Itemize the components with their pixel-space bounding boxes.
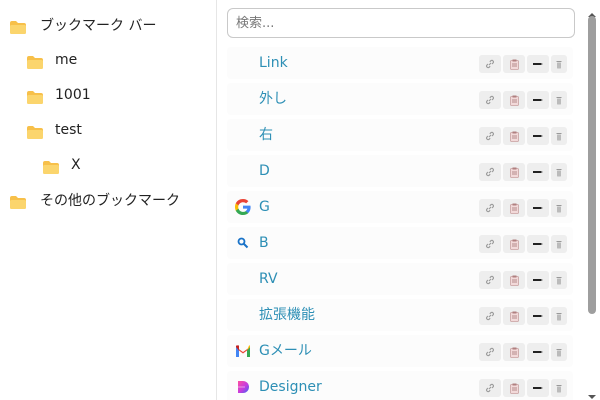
bookmark-row: 外し	[227, 83, 573, 115]
clipboard-icon[interactable]	[503, 199, 525, 217]
bookmark-row: RV	[227, 263, 573, 295]
row-actions	[479, 271, 567, 289]
bookmark-row: 拡張機能	[227, 299, 573, 331]
folder-label: test	[55, 122, 82, 138]
folder-me[interactable]: me	[27, 47, 77, 73]
row-actions	[479, 199, 567, 217]
edit-icon[interactable]	[527, 343, 549, 361]
bookmark-title[interactable]: 右	[259, 119, 273, 151]
delete-icon[interactable]	[551, 127, 567, 145]
link-icon[interactable]	[479, 55, 501, 73]
folder-icon	[10, 194, 26, 209]
folder-label: ブックマーク バー	[40, 18, 157, 34]
folder-icon	[27, 54, 43, 69]
link-icon[interactable]	[479, 91, 501, 109]
google-icon	[235, 199, 251, 215]
folder-other-bookmarks[interactable]: その他のブックマーク	[10, 187, 180, 213]
folder-icon	[10, 19, 26, 34]
row-actions	[479, 163, 567, 181]
bookmark-row: G	[227, 191, 573, 223]
folder-label: 1001	[55, 87, 91, 103]
delete-icon[interactable]	[551, 271, 567, 289]
row-actions	[479, 307, 567, 325]
clipboard-icon[interactable]	[503, 343, 525, 361]
bookmark-title[interactable]: 拡張機能	[259, 299, 315, 331]
search-icon	[235, 235, 251, 251]
link-icon[interactable]	[479, 271, 501, 289]
bookmark-title[interactable]: Designer	[259, 371, 322, 400]
delete-icon[interactable]	[551, 91, 567, 109]
edit-icon[interactable]	[527, 55, 549, 73]
folder-icon	[27, 124, 43, 139]
row-actions	[479, 55, 567, 73]
bookmark-title[interactable]: Link	[259, 47, 288, 79]
clipboard-icon[interactable]	[503, 91, 525, 109]
link-icon[interactable]	[479, 307, 501, 325]
row-actions	[479, 343, 567, 361]
bookmark-row: D	[227, 155, 573, 187]
row-actions	[479, 127, 567, 145]
folder-x[interactable]: X	[43, 152, 81, 178]
edit-icon[interactable]	[527, 127, 549, 145]
gmail-icon	[235, 343, 251, 359]
clipboard-icon[interactable]	[503, 307, 525, 325]
bookmark-row: Gメール	[227, 335, 573, 367]
folder-icon	[27, 89, 43, 104]
bookmark-title[interactable]: D	[259, 155, 270, 187]
scrollbar-thumb[interactable]	[588, 16, 596, 314]
folder-test[interactable]: test	[27, 117, 82, 143]
delete-icon[interactable]	[551, 199, 567, 217]
bookmark-row: 右	[227, 119, 573, 151]
delete-icon[interactable]	[551, 307, 567, 325]
folder-label: その他のブックマーク	[40, 193, 180, 209]
clipboard-icon[interactable]	[503, 163, 525, 181]
scroll-up-arrow-icon[interactable]	[587, 4, 597, 17]
search-input[interactable]	[227, 8, 575, 38]
clipboard-icon[interactable]	[503, 127, 525, 145]
bookmark-row: B	[227, 227, 573, 259]
link-icon[interactable]	[479, 235, 501, 253]
folder-bookmarks-bar[interactable]: ブックマーク バー	[10, 12, 156, 38]
folder-label: me	[55, 52, 78, 68]
bookmark-title[interactable]: G	[259, 191, 270, 223]
folder-sidebar: ブックマーク バー me 1001 test X その他のブックマーク	[0, 0, 217, 400]
bookmark-row: Link	[227, 47, 573, 79]
link-icon[interactable]	[479, 163, 501, 181]
clipboard-icon[interactable]	[503, 235, 525, 253]
link-icon[interactable]	[479, 379, 501, 397]
edit-icon[interactable]	[527, 91, 549, 109]
bookmark-title[interactable]: Gメール	[259, 335, 312, 367]
row-actions	[479, 91, 567, 109]
bookmark-title[interactable]: B	[259, 227, 269, 259]
delete-icon[interactable]	[551, 235, 567, 253]
row-actions	[479, 235, 567, 253]
link-icon[interactable]	[479, 127, 501, 145]
bookmark-title[interactable]: RV	[259, 263, 278, 295]
delete-icon[interactable]	[551, 55, 567, 73]
edit-icon[interactable]	[527, 307, 549, 325]
edit-icon[interactable]	[527, 163, 549, 181]
designer-icon	[235, 379, 251, 395]
folder-1001[interactable]: 1001	[27, 82, 91, 108]
link-icon[interactable]	[479, 199, 501, 217]
clipboard-icon[interactable]	[503, 271, 525, 289]
delete-icon[interactable]	[551, 379, 567, 397]
bookmark-title[interactable]: 外し	[259, 83, 287, 115]
delete-icon[interactable]	[551, 163, 567, 181]
clipboard-icon[interactable]	[503, 379, 525, 397]
folder-label: X	[71, 157, 81, 173]
folder-icon	[43, 159, 59, 174]
row-actions	[479, 379, 567, 397]
link-icon[interactable]	[479, 343, 501, 361]
edit-icon[interactable]	[527, 379, 549, 397]
edit-icon[interactable]	[527, 199, 549, 217]
scroll-down-arrow-icon[interactable]	[587, 386, 597, 399]
bookmark-list-panel: Link 外し 右	[217, 0, 600, 400]
delete-icon[interactable]	[551, 343, 567, 361]
clipboard-icon[interactable]	[503, 55, 525, 73]
bookmark-row: Designer	[227, 371, 573, 400]
bookmark-manager: ブックマーク バー me 1001 test X その他のブックマーク 検索..…	[0, 0, 600, 400]
edit-icon[interactable]	[527, 271, 549, 289]
edit-icon[interactable]	[527, 235, 549, 253]
